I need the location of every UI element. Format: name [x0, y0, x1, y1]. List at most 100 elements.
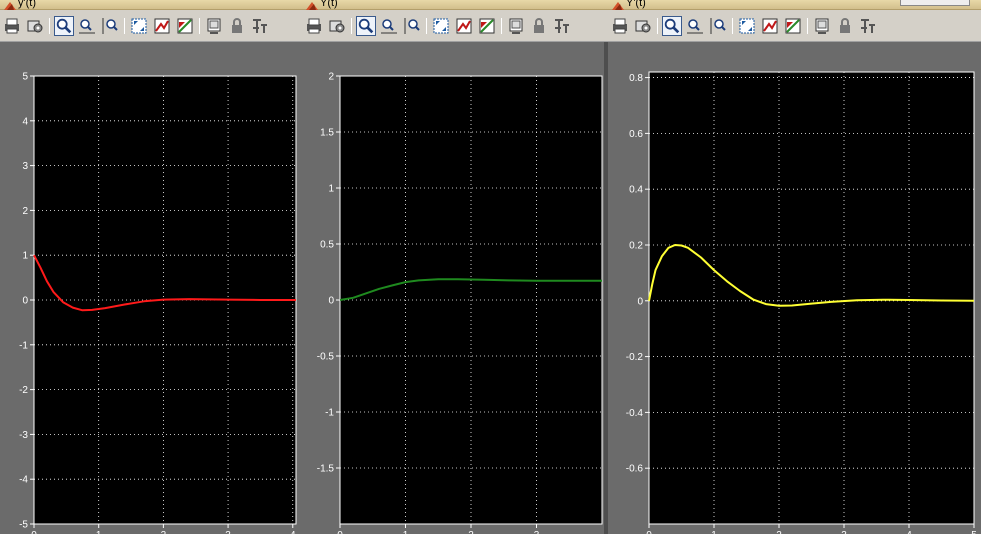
x-tick-label: 1 [96, 530, 102, 534]
scope-parameters-icon[interactable] [633, 16, 653, 36]
y-tick-label: 5 [22, 72, 28, 83]
y-tick-label: 3 [22, 161, 28, 172]
y-tick-label: -0.2 [626, 352, 644, 363]
x-tick-label: 2 [468, 530, 474, 534]
save-axes-icon[interactable] [152, 16, 172, 36]
title-bar[interactable]: y'(t) [0, 0, 302, 10]
matlab-icon [4, 2, 16, 10]
signal-selection-icon[interactable] [858, 16, 878, 36]
toolbar-separator [501, 18, 502, 34]
scope-window-3: Y'(t) 0.8 0.6 0.4 0.2 0 -0.2 -0.4 -0.6 0 1 2 3 4 5 [608, 0, 981, 534]
y-tick-label: 0.8 [629, 73, 643, 84]
x-tick-label: 0 [337, 530, 343, 534]
toolbar [608, 10, 981, 42]
y-tick-label: 4 [22, 116, 28, 127]
plot-area: 543210-1-2-3-4-501234 [0, 42, 302, 534]
y-tick-label: -0.6 [626, 464, 644, 475]
toolbar-separator [199, 18, 200, 34]
scope-window-1: y'(t) 543210-1-2-3-4-501234 [0, 0, 302, 534]
x-tick-label: 0 [646, 530, 652, 534]
floating-scope-icon[interactable] [204, 16, 224, 36]
printer-icon[interactable] [610, 16, 630, 36]
toolbar [302, 10, 608, 42]
zoom-icon[interactable] [662, 16, 682, 36]
lock-icon[interactable] [227, 16, 247, 36]
y-tick-label: 0 [328, 296, 334, 307]
toolbar-separator [657, 18, 658, 34]
y-tick-label: 0 [637, 296, 643, 307]
zoom-x-icon[interactable] [379, 16, 399, 36]
printer-icon[interactable] [2, 16, 22, 36]
zoom-y-icon[interactable] [100, 16, 120, 36]
chart: 543210-1-2-3-4-501234 [19, 72, 297, 534]
y-tick-label: 0.6 [629, 129, 643, 140]
plot-background [649, 72, 974, 524]
restore-axes-icon[interactable] [175, 16, 195, 36]
chart: 0.8 0.6 0.4 0.2 0 -0.2 -0.4 -0.6 0 1 2 3 4 5 [626, 71, 977, 534]
title-bar[interactable]: Y'(t) [608, 0, 981, 10]
x-tick-label: 5 [971, 530, 977, 534]
window-title: y'(t) [18, 0, 36, 9]
y-tick-label: -1.5 [317, 464, 335, 475]
floating-scope-icon[interactable] [506, 16, 526, 36]
zoom-y-icon[interactable] [708, 16, 728, 36]
toolbar-separator [732, 18, 733, 34]
zoom-icon[interactable] [356, 16, 376, 36]
scope-window-2: Y(t) 2 1.5 1 0.5 0 -0.5 -1 -1.5 0 1 2 3 [302, 0, 608, 534]
save-axes-icon[interactable] [760, 16, 780, 36]
zoom-icon[interactable] [54, 16, 74, 36]
save-axes-icon[interactable] [454, 16, 474, 36]
plot-area: 2 1.5 1 0.5 0 -0.5 -1 -1.5 0 1 2 3 [302, 42, 608, 534]
floating-scope-icon[interactable] [812, 16, 832, 36]
lock-icon[interactable] [835, 16, 855, 36]
printer-icon[interactable] [304, 16, 324, 36]
y-tick-label: 0.2 [629, 240, 643, 251]
y-tick-label: 1 [22, 251, 28, 262]
toolbar-separator [807, 18, 808, 34]
chart: 2 1.5 1 0.5 0 -0.5 -1 -1.5 0 1 2 3 [317, 72, 603, 534]
window-control-button[interactable] [900, 0, 970, 6]
restore-axes-icon[interactable] [783, 16, 803, 36]
x-tick-label: 2 [161, 530, 167, 534]
matlab-icon [306, 2, 318, 10]
x-tick-label: 2 [776, 530, 782, 534]
x-tick-label: 1 [711, 530, 717, 534]
restore-axes-icon[interactable] [477, 16, 497, 36]
x-tick-label: 3 [225, 530, 231, 534]
signal-selection-icon[interactable] [250, 16, 270, 36]
lock-icon[interactable] [529, 16, 549, 36]
x-tick-label: 4 [290, 530, 296, 534]
y-tick-label: 2 [22, 206, 28, 217]
y-tick-label: -1 [325, 408, 334, 419]
autoscale-icon[interactable] [737, 16, 757, 36]
y-tick-label: 2 [328, 72, 334, 83]
toolbar-separator [49, 18, 50, 34]
window-title: Y(t) [320, 0, 338, 9]
y-tick-label: 0.5 [320, 240, 334, 251]
y-tick-label: -3 [19, 430, 28, 441]
toolbar-separator [426, 18, 427, 34]
x-tick-label: 4 [906, 530, 912, 534]
plot-area: 0.8 0.6 0.4 0.2 0 -0.2 -0.4 -0.6 0 1 2 3 4 5 [608, 42, 981, 534]
y-tick-label: 1 [328, 184, 334, 195]
zoom-y-icon[interactable] [402, 16, 422, 36]
autoscale-icon[interactable] [431, 16, 451, 36]
zoom-x-icon[interactable] [77, 16, 97, 36]
y-tick-label: 0 [22, 296, 28, 307]
toolbar [0, 10, 302, 42]
y-tick-label: -0.4 [626, 408, 644, 419]
autoscale-icon[interactable] [129, 16, 149, 36]
toolbar-separator [124, 18, 125, 34]
x-tick-label: 3 [841, 530, 847, 534]
y-tick-label: 0.4 [629, 185, 643, 196]
signal-selection-icon[interactable] [552, 16, 572, 36]
y-tick-label: -2 [19, 385, 28, 396]
y-tick-label: -4 [19, 475, 28, 486]
toolbar-separator [351, 18, 352, 34]
zoom-x-icon[interactable] [685, 16, 705, 36]
window-title: Y'(t) [626, 0, 646, 9]
title-bar[interactable]: Y(t) [302, 0, 608, 10]
scope-parameters-icon[interactable] [327, 16, 347, 36]
scope-parameters-icon[interactable] [25, 16, 45, 36]
y-tick-label: -1 [19, 340, 28, 351]
